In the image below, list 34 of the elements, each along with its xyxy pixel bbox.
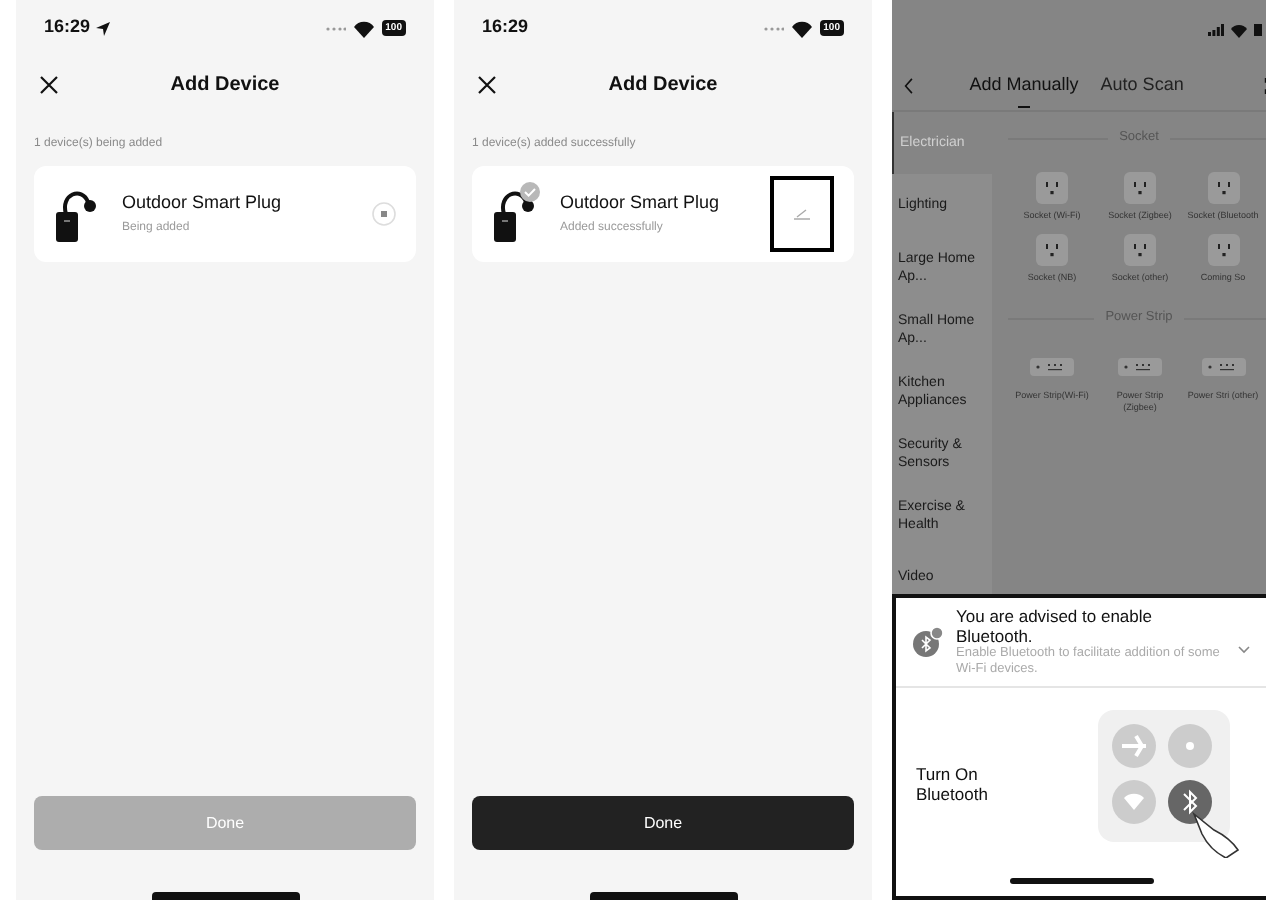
signal-icon	[1208, 24, 1224, 36]
category-tab[interactable]: Add Manually	[969, 60, 1079, 110]
chevron-down-icon	[1238, 646, 1250, 654]
battery-icon	[1254, 24, 1262, 36]
close-icon	[40, 75, 58, 93]
socket-icon	[1207, 234, 1239, 266]
close-icon	[478, 75, 496, 93]
edit-icon	[794, 208, 810, 220]
home-indicator	[1009, 878, 1153, 884]
cellular-dots-icon	[325, 25, 346, 31]
prompt-title: You are advised to enable Bluetooth.	[956, 606, 1154, 646]
socket-icon	[1124, 234, 1156, 266]
category-tab[interactable]: Auto Scan	[1100, 60, 1184, 110]
status-time: 16:29	[482, 14, 529, 41]
plug-drawing	[492, 186, 540, 242]
socket-icon	[1207, 172, 1239, 204]
plug-drawing	[54, 186, 102, 242]
instruction-text: Turn On Bluetooth	[916, 763, 990, 803]
device-name: Outdoor Smart Plug	[560, 189, 722, 216]
back-icon	[904, 75, 914, 95]
wifi-icon	[789, 19, 814, 37]
done-button[interactable]: Done	[472, 796, 854, 850]
socket-icon	[1036, 172, 1068, 204]
edit-button[interactable]	[770, 176, 834, 252]
bluetooth-alert-icon	[912, 626, 944, 658]
cellular-dots-icon	[763, 25, 784, 31]
screen-title: Add Device	[170, 71, 280, 99]
wifi-icon	[1230, 23, 1248, 37]
socket-icon	[1124, 172, 1156, 204]
screen-title: Add Device	[608, 71, 718, 99]
wifi-icon	[351, 19, 376, 37]
device-name: Outdoor Smart Plug	[122, 189, 284, 216]
status-time: 16:29	[44, 14, 91, 41]
socket-icon	[1036, 234, 1068, 266]
